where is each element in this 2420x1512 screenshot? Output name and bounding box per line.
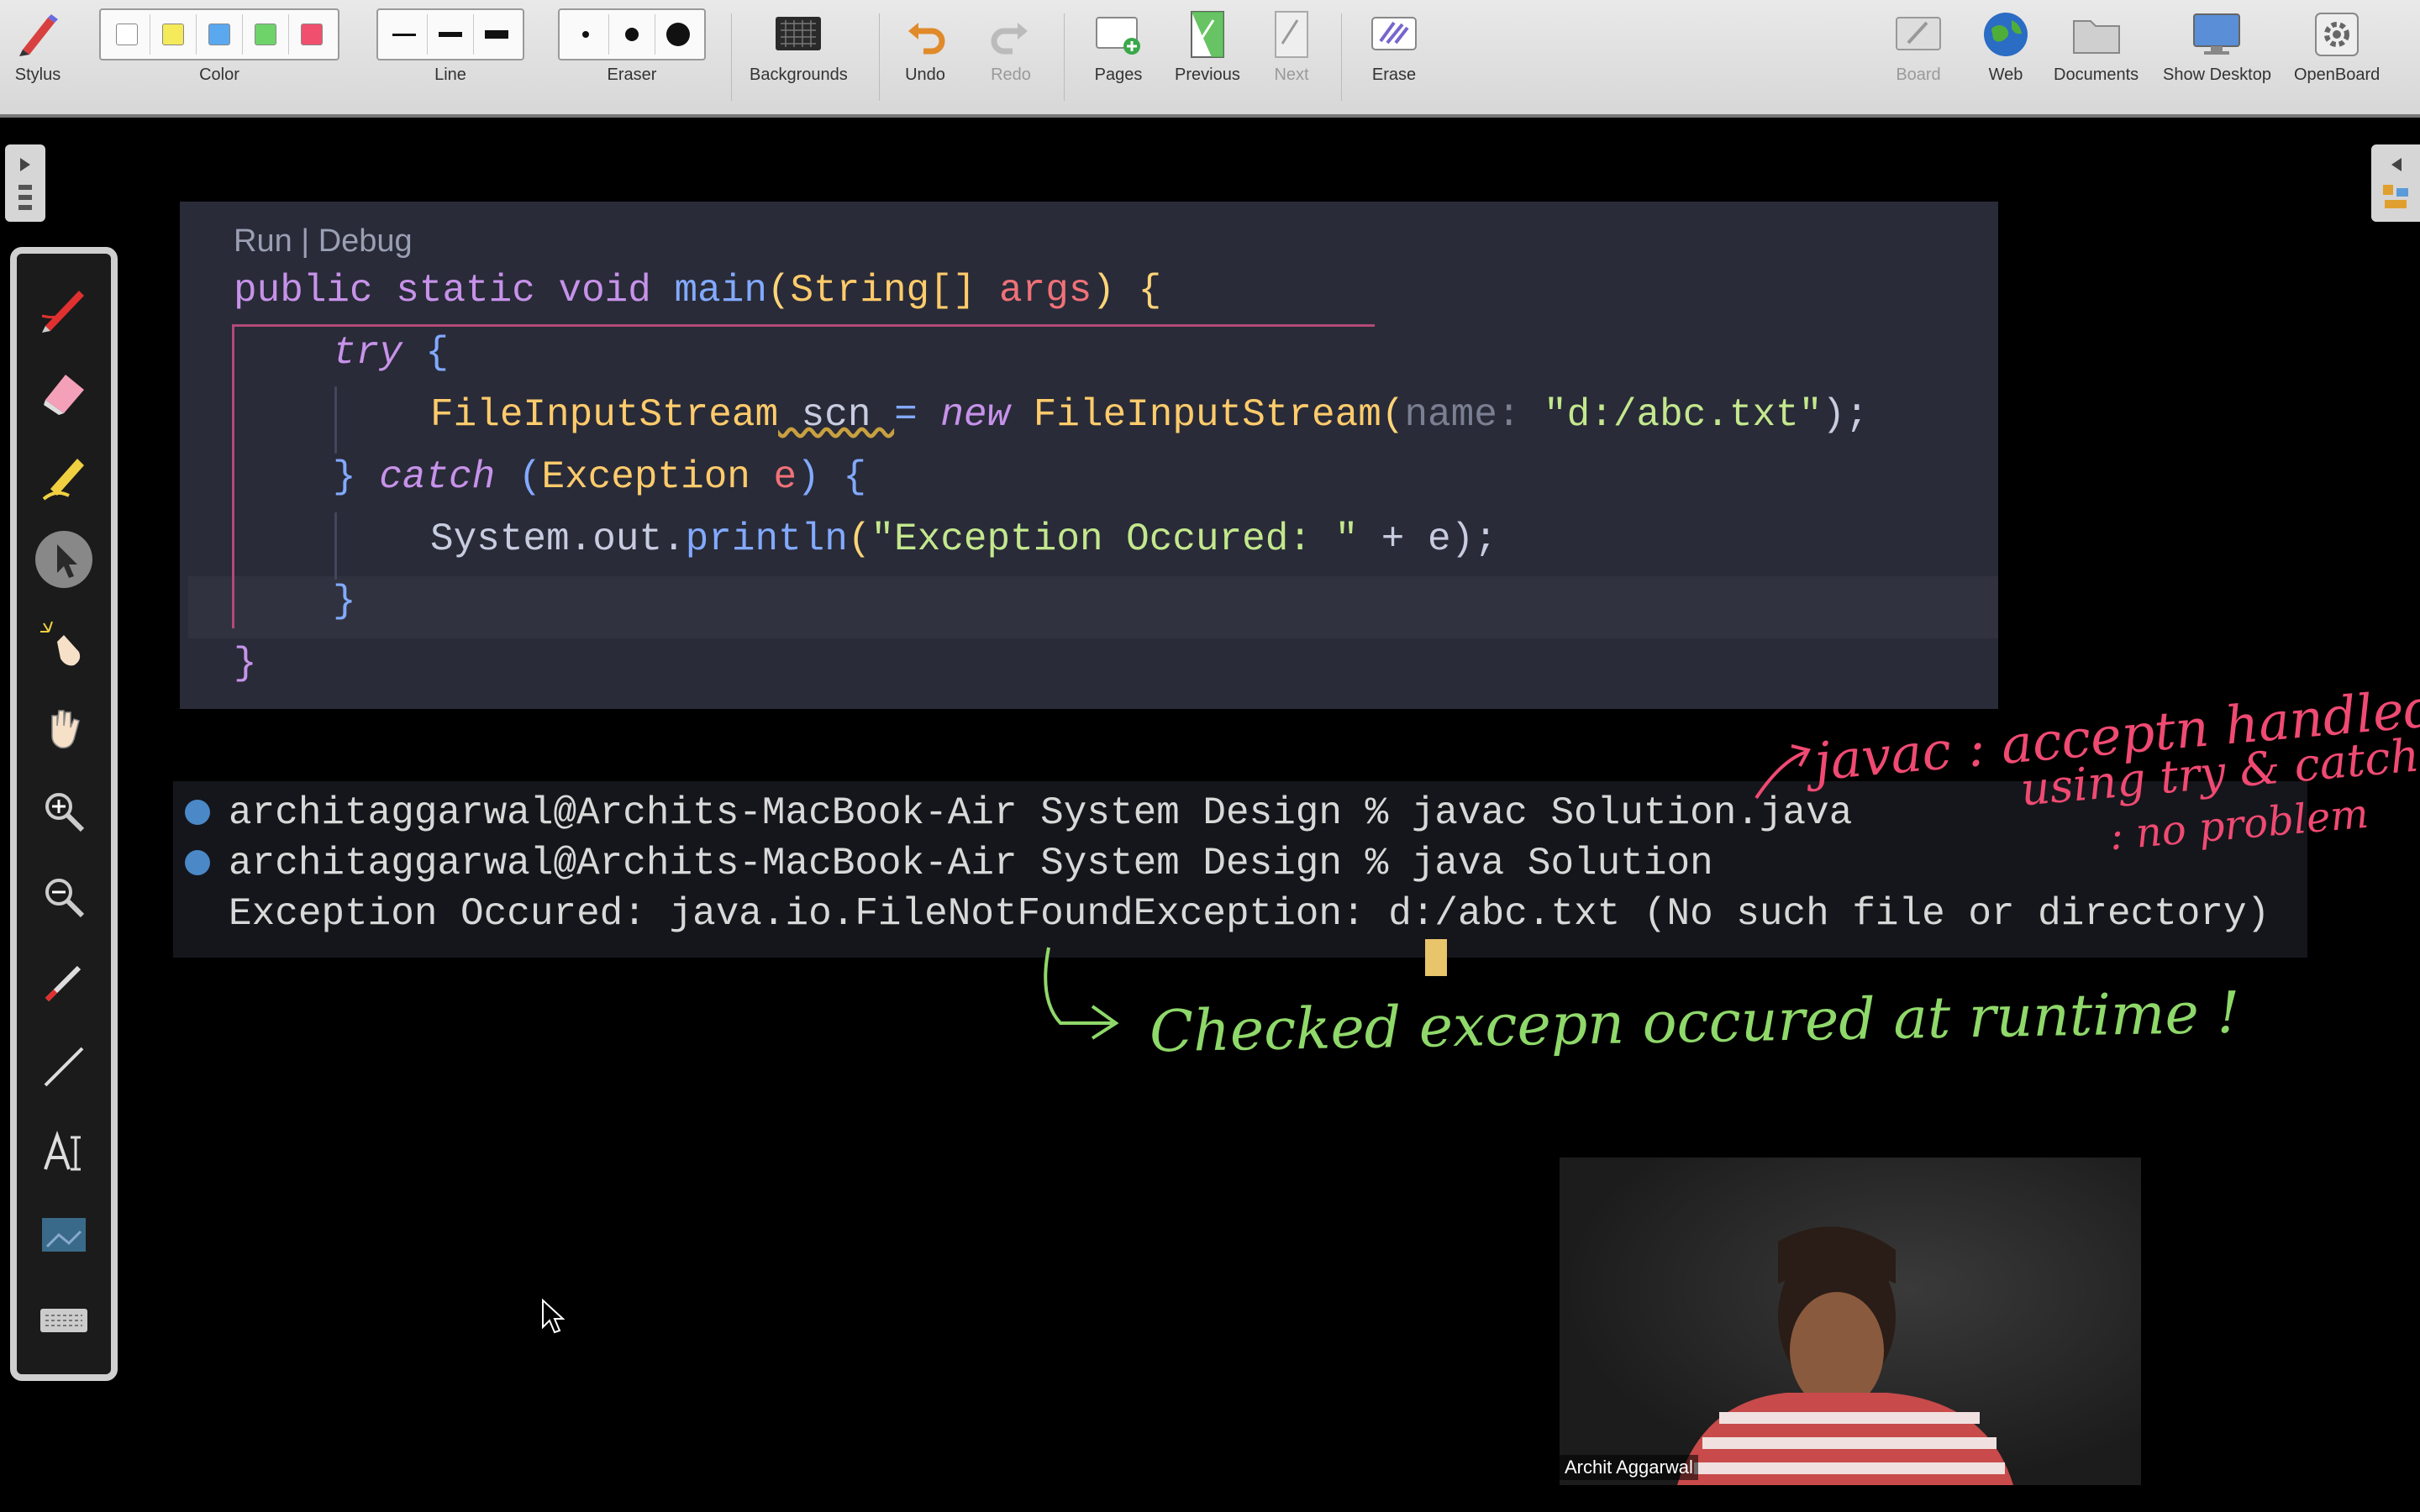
participant-name: Archit Aggarwal (1560, 1455, 1698, 1480)
presenter-video (1677, 1226, 2013, 1485)
webcam-feed: Archit Aggarwal (1560, 1158, 2141, 1485)
red-arrow-stroke (1754, 750, 1807, 800)
mouse-cursor-icon (542, 1299, 565, 1334)
